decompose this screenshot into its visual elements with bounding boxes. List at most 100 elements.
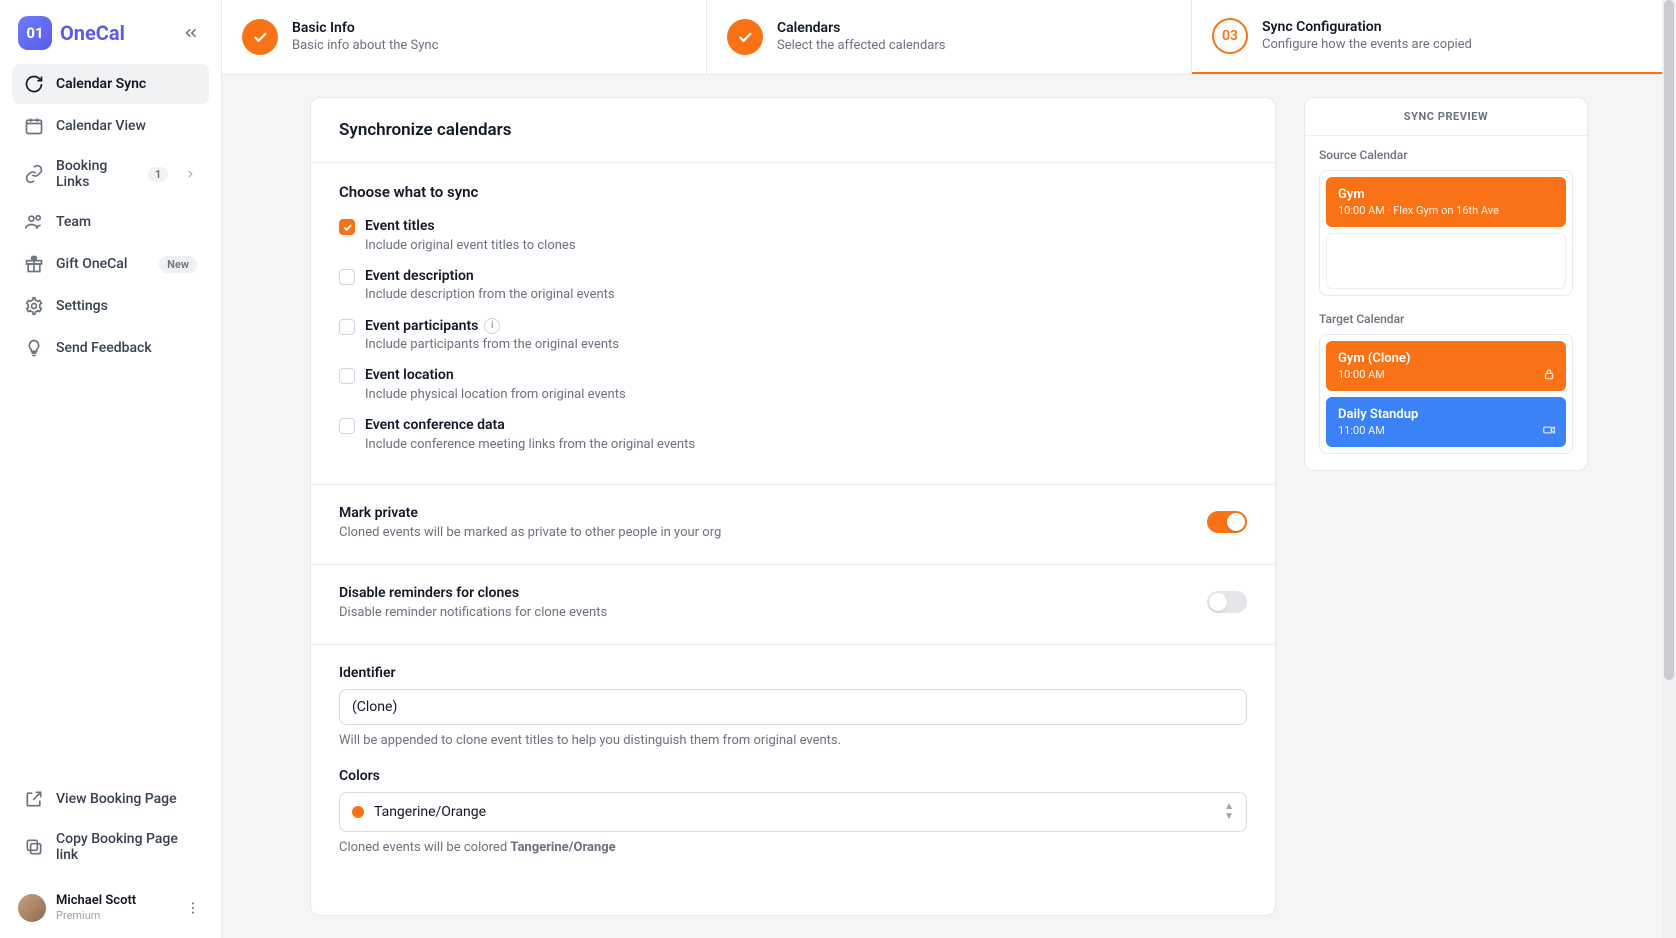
- checkbox[interactable]: [339, 368, 355, 384]
- nav-label: Copy Booking Page link: [56, 831, 197, 863]
- source-event: Gym 10:00 AM · Flex Gym on 16th Ave: [1326, 177, 1566, 227]
- check-icon: [736, 28, 754, 46]
- toggle-disable-reminders[interactable]: [1207, 591, 1247, 613]
- external-link-icon: [24, 789, 44, 809]
- nav-booking-links[interactable]: Booking Links 1: [12, 148, 209, 200]
- preview-panel: SYNC PREVIEW Source Calendar Gym 10:00 A…: [1304, 97, 1588, 471]
- nav-label: Settings: [56, 298, 108, 314]
- gear-icon: [24, 296, 44, 316]
- toggle-title: Disable reminders for clones: [339, 585, 607, 601]
- toggle-subtitle: Cloned events will be marked as private …: [339, 525, 721, 540]
- toggle-mark-private[interactable]: [1207, 511, 1247, 533]
- section-heading: Choose what to sync: [339, 183, 1247, 201]
- sidebar-header: 01 OneCal: [12, 16, 209, 64]
- check-label: Event location: [365, 366, 626, 386]
- field-label: Colors: [339, 768, 1247, 784]
- nav-view-booking-page[interactable]: View Booking Page: [12, 779, 209, 819]
- brand-logo[interactable]: 01 OneCal: [18, 16, 125, 50]
- colors-select[interactable]: Tangerine/Orange ▲▼: [339, 792, 1247, 832]
- lightbulb-icon: [24, 338, 44, 358]
- nav-send-feedback[interactable]: Send Feedback: [12, 328, 209, 368]
- toggle-row: Disable reminders for clones Disable rem…: [339, 585, 1247, 620]
- scrollbar[interactable]: [1662, 0, 1676, 938]
- scrollbar-thumb[interactable]: [1664, 0, 1674, 680]
- user-info: Michael Scott Premium: [56, 893, 136, 922]
- step-text: Calendars Select the affected calendars: [777, 19, 945, 54]
- event-subtitle: 10:00 AM · Flex Gym on 16th Ave: [1338, 204, 1554, 217]
- user-menu-button[interactable]: [183, 898, 203, 918]
- help-prefix: Cloned events will be colored: [339, 840, 510, 855]
- chevron-double-left-icon: [182, 24, 200, 42]
- check-event-description[interactable]: Event description Include description fr…: [339, 261, 1247, 311]
- sidebar-collapse-button[interactable]: [179, 21, 203, 45]
- step-indicator-done: [727, 19, 763, 55]
- nav-label: Gift OneCal: [56, 256, 127, 272]
- check-icon: [251, 28, 269, 46]
- event-title: Gym: [1338, 187, 1554, 202]
- checkbox[interactable]: [339, 319, 355, 335]
- avatar[interactable]: [18, 894, 46, 922]
- preview-section-label: Target Calendar: [1319, 312, 1573, 326]
- nav-team[interactable]: Team: [12, 202, 209, 242]
- check-text: Event location Include physical location…: [365, 366, 626, 404]
- nav-calendar-sync[interactable]: Calendar Sync: [12, 64, 209, 104]
- select-arrows-icon: ▲▼: [1224, 802, 1234, 822]
- identifier-input[interactable]: [339, 689, 1247, 725]
- main: Basic Info Basic info about the Sync Cal…: [222, 0, 1676, 938]
- config-panel: Synchronize calendars Choose what to syn…: [310, 97, 1276, 916]
- target-event-clone: Gym (Clone) 10:00 AM: [1326, 341, 1566, 391]
- step-subtitle: Basic info about the Sync: [292, 38, 438, 55]
- toggle-text: Disable reminders for clones Disable rem…: [339, 585, 607, 620]
- lock-icon: [1542, 367, 1556, 381]
- step-basic-info[interactable]: Basic Info Basic info about the Sync: [222, 0, 707, 74]
- field-help: Cloned events will be colored Tangerine/…: [339, 840, 1247, 855]
- check-label: Event description: [365, 267, 615, 287]
- step-text: Basic Info Basic info about the Sync: [292, 19, 438, 54]
- target-calendar-card: Gym (Clone) 10:00 AM Daily Standup 11:00…: [1319, 334, 1573, 454]
- nav-calendar-view[interactable]: Calendar View: [12, 106, 209, 146]
- nav-label: Booking Links: [56, 158, 136, 190]
- nav-copy-booking-page-link[interactable]: Copy Booking Page link: [12, 821, 209, 873]
- users-icon: [24, 212, 44, 232]
- toggle-subtitle: Disable reminder notifications for clone…: [339, 605, 607, 620]
- check-event-conference-data[interactable]: Event conference data Include conference…: [339, 410, 1247, 460]
- check-event-participants[interactable]: Event participants i Include participant…: [339, 311, 1247, 361]
- event-empty-slot: [1326, 233, 1566, 289]
- video-icon: [1542, 423, 1556, 437]
- preview-header: SYNC PREVIEW: [1305, 98, 1587, 136]
- info-icon[interactable]: i: [484, 318, 500, 334]
- check-label: Event titles: [365, 217, 576, 237]
- checkbox[interactable]: [339, 418, 355, 434]
- link-icon: [24, 164, 44, 184]
- step-sync-configuration[interactable]: 03 Sync Configuration Configure how the …: [1192, 0, 1676, 74]
- check-icon: [342, 222, 353, 233]
- check-event-location[interactable]: Event location Include physical location…: [339, 360, 1247, 410]
- check-sublabel: Include participants from the original e…: [365, 336, 619, 354]
- checkbox[interactable]: [339, 219, 355, 235]
- refresh-icon: [24, 74, 44, 94]
- sidebar: 01 OneCal Calendar Sync Calendar View Bo…: [0, 0, 222, 938]
- checkbox[interactable]: [339, 269, 355, 285]
- check-label-text: Event participants: [365, 317, 478, 337]
- step-calendars[interactable]: Calendars Select the affected calendars: [707, 0, 1192, 74]
- nav-gift-onecal[interactable]: Gift OneCal New: [12, 244, 209, 284]
- target-event-standup: Daily Standup 11:00 AM: [1326, 397, 1566, 447]
- step-text: Sync Configuration Configure how the eve…: [1262, 18, 1472, 53]
- calendar-icon: [24, 116, 44, 136]
- sidebar-bottom: View Booking Page Copy Booking Page link…: [12, 779, 209, 922]
- section-mark-private: Mark private Cloned events will be marke…: [311, 485, 1275, 565]
- nav-label: View Booking Page: [56, 791, 177, 807]
- nav-badge: 1: [148, 167, 168, 182]
- check-event-titles[interactable]: Event titles Include original event titl…: [339, 211, 1247, 261]
- check-label: Event conference data: [365, 416, 695, 436]
- check-text: Event description Include description fr…: [365, 267, 615, 305]
- nav-label: Calendar View: [56, 118, 146, 134]
- section-identifier: Identifier Will be appended to clone eve…: [311, 645, 1275, 764]
- brand-logo-mark: 01: [18, 16, 52, 50]
- content: Synchronize calendars Choose what to syn…: [222, 75, 1676, 938]
- nav-settings[interactable]: Settings: [12, 286, 209, 326]
- step-subtitle: Configure how the events are copied: [1262, 37, 1472, 54]
- check-sublabel: Include description from the original ev…: [365, 286, 615, 304]
- color-swatch: [352, 806, 364, 818]
- sidebar-nav: Calendar Sync Calendar View Booking Link…: [12, 64, 209, 779]
